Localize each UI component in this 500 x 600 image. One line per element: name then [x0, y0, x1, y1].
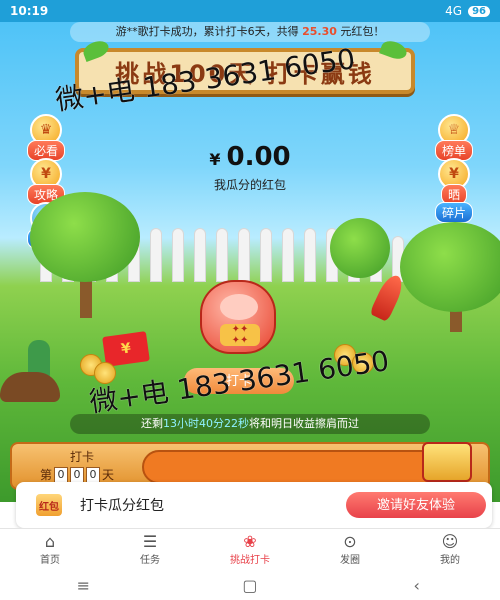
challenge-icon: ❀	[243, 532, 257, 551]
coin-icon	[352, 352, 374, 374]
treasure-chest-icon[interactable]	[422, 442, 472, 482]
home-button-icon[interactable]: ▢	[230, 576, 270, 595]
plant-pot-decoration	[0, 372, 60, 402]
tab-challenge[interactable]: ❀ 挑战打卡	[200, 529, 300, 570]
balance-amount: ¥0.00	[150, 142, 350, 172]
notice-amount: 25.30	[302, 25, 337, 38]
day-digit: 0	[70, 466, 85, 483]
countdown-time: 13小时40分22秒	[163, 417, 249, 430]
status-bar: 10:19 4G 96	[0, 0, 500, 22]
countdown-suffix: 将和明日收益擦肩而过	[249, 417, 359, 430]
tree-decoration	[330, 218, 390, 278]
bottom-tab-bar: ⌂ 首页 ☰ 任务 ❀ 挑战打卡 ⊙ 发圈 ☺ 我的	[0, 528, 500, 570]
red-packet-card: 红包 打卡瓜分红包 邀请好友体验	[16, 482, 492, 528]
red-envelope-icon: ¥	[102, 331, 150, 367]
tab-share[interactable]: ⊙ 发圈	[300, 529, 400, 570]
day-digit: 0	[86, 466, 101, 483]
page-title: 挑战100天 打卡赢钱	[115, 59, 375, 88]
tree-decoration	[400, 222, 500, 312]
profile-icon: ☺	[441, 532, 459, 551]
must-read-button[interactable]: ♛ 必看	[20, 114, 72, 162]
countdown-banner: 还剩13小时40分22秒将和明日收益擦肩而过	[70, 414, 430, 434]
game-scene: 游**歌打卡成功，累计打卡6天，共得 25.30 元红包！ 挑战100天 打卡赢…	[0, 22, 500, 502]
coin-icon	[94, 362, 116, 384]
day-prefix: 第	[40, 468, 53, 482]
tab-label: 首页	[40, 555, 60, 566]
home-icon: ⌂	[44, 532, 56, 551]
back-icon[interactable]: ‹	[397, 576, 437, 595]
system-nav-bar: ≡ ▢ ‹	[0, 570, 500, 600]
tab-label: 挑战打卡	[230, 555, 270, 566]
notice-banner: 游**歌打卡成功，累计打卡6天，共得 25.30 元红包！	[70, 22, 430, 42]
card-title: 打卡瓜分红包	[80, 498, 164, 514]
piggy-plate: ✦✦ ✦✦	[220, 324, 260, 346]
red-packet-badge-icon: 红包	[36, 494, 62, 516]
tab-profile[interactable]: ☺ 我的	[400, 529, 500, 570]
countdown-prefix: 还剩	[141, 417, 163, 430]
currency-symbol: ¥	[209, 150, 221, 169]
fragments-label: 碎片	[434, 202, 473, 223]
task-list-icon: ☰	[142, 532, 158, 551]
balance-caption: 我瓜分的红包	[213, 178, 286, 192]
leaderboard-button[interactable]: ♕ 榜单	[428, 114, 480, 162]
title-sign: 挑战100天 打卡赢钱	[75, 38, 415, 94]
piggy-face	[220, 294, 258, 320]
day-digit: 0	[54, 466, 69, 483]
tree-decoration	[30, 192, 140, 282]
notice-text: 游**歌打卡成功，累计打卡6天，共得	[115, 25, 299, 38]
progress-label: 打卡	[70, 450, 95, 464]
checkin-button[interactable]: 打卡	[184, 368, 294, 394]
share-icon: ⊙	[343, 532, 357, 551]
signal-indicator: 4G	[445, 4, 463, 18]
tab-tasks[interactable]: ☰ 任务	[100, 529, 200, 570]
menu-icon[interactable]: ≡	[63, 576, 103, 595]
tab-label: 发圈	[340, 555, 360, 566]
balance-display: ¥0.00 我瓜分的红包	[150, 142, 350, 193]
tab-label: 任务	[140, 555, 160, 566]
piggy-bank[interactable]: ✦✦ ✦✦	[200, 280, 276, 354]
battery-indicator: 96	[468, 5, 490, 17]
day-counter: 第 0 0 0 天	[40, 466, 114, 483]
status-time: 10:19	[10, 4, 49, 18]
share-show-button[interactable]: ¥ 晒	[428, 158, 480, 206]
tab-home[interactable]: ⌂ 首页	[0, 529, 100, 570]
notice-suffix: 元红包！	[340, 25, 385, 38]
invite-friend-button[interactable]: 邀请好友体验	[346, 492, 486, 518]
balance-value: 0.00	[226, 142, 291, 172]
day-unit: 天	[102, 468, 115, 482]
tab-label: 我的	[440, 555, 460, 566]
